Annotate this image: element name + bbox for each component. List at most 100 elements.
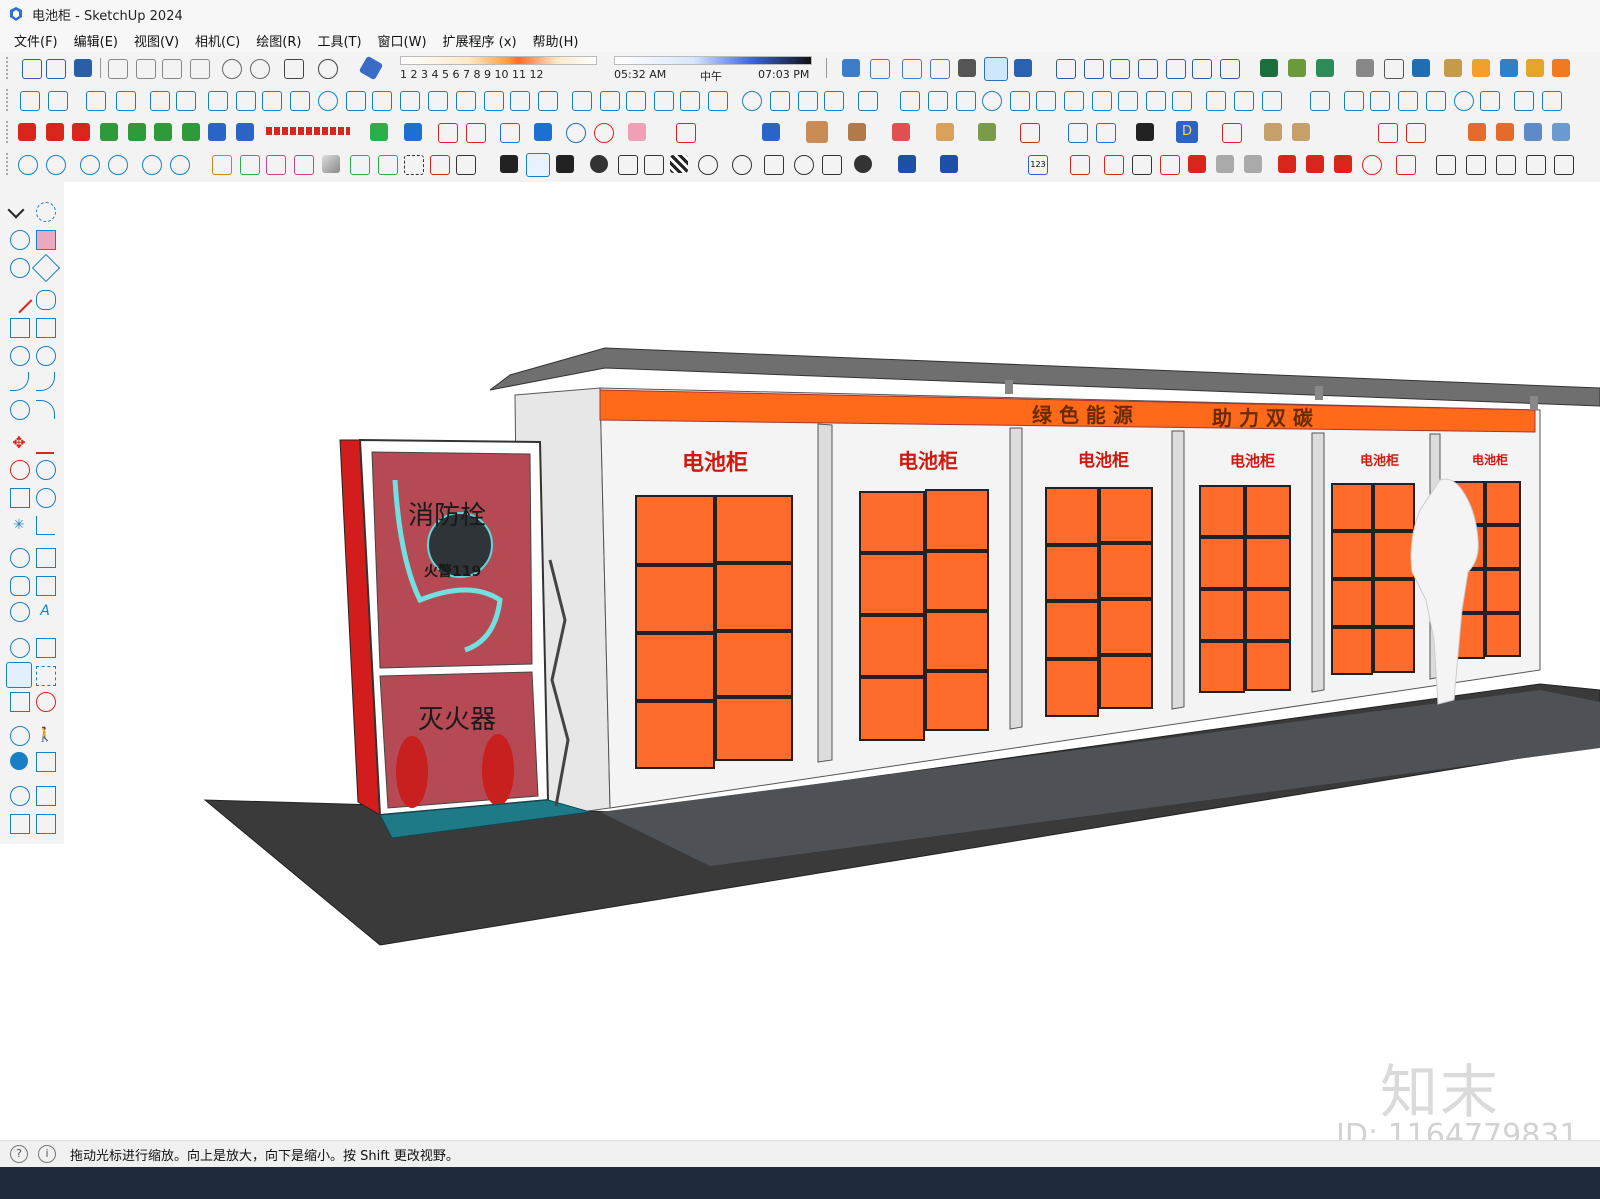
- rectangle-icon[interactable]: [236, 91, 256, 111]
- tag-shape-icon[interactable]: [31, 253, 61, 283]
- red-angle-icon[interactable]: [1406, 123, 1426, 143]
- circle-tool-icon[interactable]: [10, 346, 30, 366]
- grey-cube-2-icon[interactable]: [1244, 155, 1262, 173]
- download-icon[interactable]: [626, 91, 646, 111]
- extrude-icon[interactable]: [600, 91, 620, 111]
- rectangle-tool-icon[interactable]: [10, 318, 30, 338]
- menu-extensions[interactable]: 扩展程序 (x): [435, 31, 525, 50]
- cloud-search-icon[interactable]: [46, 155, 66, 175]
- eyedropper-icon[interactable]: [824, 91, 844, 111]
- three-point-arc-icon[interactable]: [10, 400, 30, 420]
- slope-icon[interactable]: [372, 91, 392, 111]
- d-badge-icon[interactable]: D: [1176, 121, 1198, 143]
- green-cross-icon[interactable]: [128, 123, 146, 141]
- fill-icon[interactable]: [798, 91, 818, 111]
- green-hook-icon[interactable]: [182, 123, 200, 141]
- move-tool-icon[interactable]: ✥: [10, 434, 28, 452]
- cross-red-icon[interactable]: [1396, 155, 1416, 175]
- blue-t-icon[interactable]: [236, 123, 254, 141]
- red-select-icon[interactable]: [430, 155, 450, 175]
- menu-file[interactable]: 文件(F): [0, 31, 66, 50]
- right-view-icon[interactable]: [930, 59, 950, 79]
- tape-measure-icon[interactable]: [10, 548, 30, 568]
- orange-stack-icon[interactable]: [526, 153, 550, 177]
- frame-tool-icon[interactable]: [936, 123, 954, 141]
- section-fill-icon[interactable]: [10, 814, 30, 834]
- red-t-icon[interactable]: [72, 123, 90, 141]
- red-dash-strip-icon[interactable]: [266, 127, 350, 135]
- menu-draw[interactable]: 绘图(R): [248, 31, 309, 50]
- curl-icon[interactable]: [566, 123, 586, 143]
- group-icon[interactable]: [116, 91, 136, 111]
- axis-icon[interactable]: [1206, 91, 1226, 111]
- zoom-extents-icon[interactable]: [10, 692, 30, 712]
- red-bars-icon[interactable]: [18, 123, 36, 141]
- line-icon[interactable]: [208, 91, 228, 111]
- new-file-icon[interactable]: [22, 59, 42, 79]
- red-cross-icon[interactable]: [46, 123, 64, 141]
- position-camera-icon[interactable]: [10, 726, 30, 746]
- spy-icon[interactable]: [1136, 123, 1154, 141]
- list-icon[interactable]: [456, 155, 476, 175]
- pink-cube-icon[interactable]: [266, 155, 286, 175]
- square-icon[interactable]: [1398, 91, 1418, 111]
- protractor-icon[interactable]: [10, 576, 30, 596]
- align-icon[interactable]: [1010, 91, 1030, 111]
- toolbar-grip[interactable]: [6, 121, 11, 143]
- arrows-red-icon[interactable]: [466, 123, 486, 143]
- red-boxes-icon[interactable]: [892, 123, 910, 141]
- checker-icon[interactable]: [670, 155, 688, 173]
- points-icon[interactable]: [1234, 91, 1254, 111]
- box-tool-icon[interactable]: [1172, 91, 1192, 111]
- angle-icon[interactable]: [1262, 91, 1282, 111]
- eraser-icon[interactable]: [36, 230, 56, 250]
- wave-icon[interactable]: [1526, 155, 1546, 175]
- pan-icon[interactable]: [36, 638, 56, 658]
- zoom-window-icon[interactable]: [36, 666, 56, 686]
- plus-circle-icon[interactable]: [590, 155, 608, 173]
- paste-icon[interactable]: [162, 59, 182, 79]
- box-view-icon[interactable]: [1056, 59, 1076, 79]
- freehand-icon[interactable]: [36, 290, 56, 310]
- check-box-icon[interactable]: [378, 155, 398, 175]
- red-frame-icon[interactable]: [1222, 123, 1242, 143]
- brush-icon[interactable]: [1468, 123, 1486, 141]
- menu-camera[interactable]: 相机(C): [187, 31, 248, 50]
- 3d-text-icon[interactable]: A: [36, 602, 54, 620]
- box-3d-icon[interactable]: [654, 91, 674, 111]
- follow-me-icon[interactable]: [36, 460, 56, 480]
- green-bars-icon[interactable]: [100, 123, 118, 141]
- mirror-icon[interactable]: [176, 91, 196, 111]
- grey-cube-icon[interactable]: [1216, 155, 1234, 173]
- window-tool-icon[interactable]: [1166, 59, 1186, 79]
- grid-icon[interactable]: [1092, 91, 1112, 111]
- monochrome-icon[interactable]: [1014, 59, 1032, 77]
- stairs-wood-2-icon[interactable]: [1292, 123, 1310, 141]
- info-status-icon[interactable]: i: [38, 1145, 56, 1163]
- cart-icon[interactable]: [822, 155, 842, 175]
- dots-box-icon[interactable]: [680, 91, 700, 111]
- pencil-tool-icon[interactable]: [1356, 59, 1374, 77]
- blue-shape-icon[interactable]: [1500, 59, 1518, 77]
- paint-icon[interactable]: [1288, 59, 1306, 77]
- hand-icon[interactable]: [928, 91, 948, 111]
- orbit-icon[interactable]: [10, 638, 30, 658]
- left-view-icon[interactable]: [1084, 59, 1104, 79]
- dashed-cube-icon[interactable]: [404, 155, 424, 175]
- roof-icon[interactable]: [1192, 59, 1212, 79]
- purple-cube-icon[interactable]: [294, 155, 314, 175]
- redo-icon[interactable]: [250, 59, 270, 79]
- grid-points-icon[interactable]: [400, 91, 420, 111]
- network-icon[interactable]: [142, 155, 162, 175]
- curve-icon[interactable]: [318, 91, 338, 111]
- wave-2-icon[interactable]: [1554, 155, 1574, 175]
- toolbar-grip[interactable]: [6, 89, 11, 111]
- copy-box-icon[interactable]: [764, 155, 784, 175]
- flip-icon[interactable]: [1036, 91, 1056, 111]
- polygon-icon[interactable]: [36, 346, 56, 366]
- bottle-icon[interactable]: [644, 155, 664, 175]
- red-line-icon[interactable]: [1378, 123, 1398, 143]
- undo-icon[interactable]: [222, 59, 242, 79]
- brush-2-icon[interactable]: [1496, 123, 1514, 141]
- brush-4-icon[interactable]: [1552, 123, 1570, 141]
